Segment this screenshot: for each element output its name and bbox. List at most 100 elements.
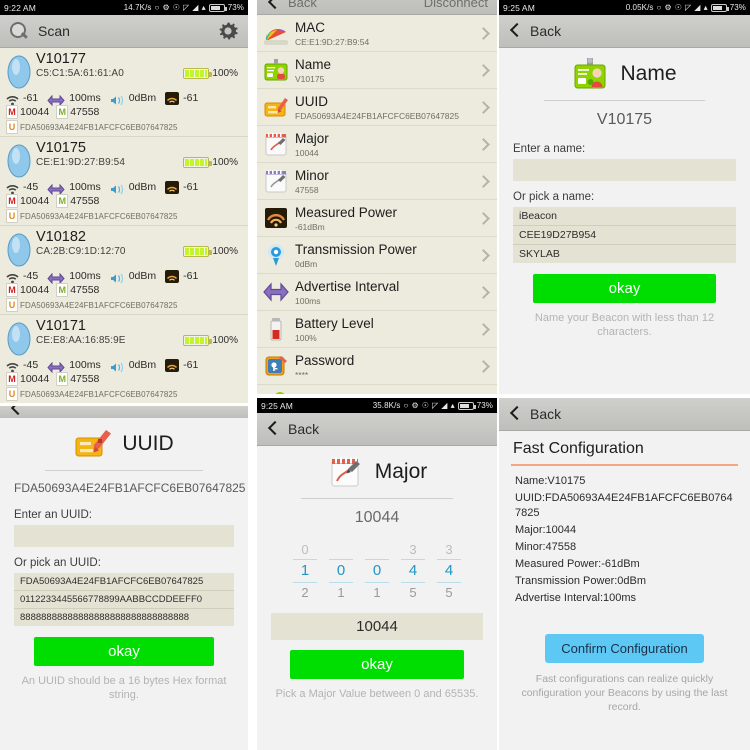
name-pick-list[interactable]: iBeacon CEE19D27B954 SKYLAB <box>513 207 736 263</box>
search-icon[interactable] <box>9 21 29 41</box>
digit-column[interactable]: 0 1 <box>364 541 390 601</box>
fastcfg-action-bar: Back <box>499 398 750 431</box>
okay-button[interactable]: okay <box>290 650 464 679</box>
chevron-right-icon[interactable] <box>477 247 489 263</box>
page-title: Fast Configuration <box>513 440 644 457</box>
battery-icon <box>208 3 227 12</box>
major-number-picker[interactable]: 0 1 2 0 1 0 1 3 4 5 3 4 5 <box>271 541 483 601</box>
chevron-left-icon[interactable] <box>508 22 521 40</box>
double-arrow-icon <box>47 182 65 195</box>
chevron-right-icon[interactable] <box>477 99 489 115</box>
chevron-right-icon[interactable] <box>477 136 489 152</box>
beacon-list[interactable]: V10177 C5:C1:5A:61:61:A0 100% -61 100ms … <box>0 48 248 403</box>
id-card-icon <box>263 57 289 83</box>
digit-below[interactable]: 5 <box>436 584 462 601</box>
back-button-label[interactable]: Back <box>288 0 317 10</box>
chevron-right-icon[interactable] <box>477 173 489 189</box>
disconnect-button[interactable]: Disconnect <box>424 0 488 10</box>
list-item[interactable]: SKYLAB <box>513 245 736 263</box>
digit-below[interactable]: 1 <box>364 584 390 601</box>
digit-above[interactable]: 3 <box>400 541 426 558</box>
beacon-mac: CA:2B:C9:1D:12:70 <box>36 246 126 257</box>
list-item[interactable]: 88888888888888888888888888888888 <box>14 609 234 626</box>
chevron-left-icon[interactable] <box>266 420 279 438</box>
detail-row-advertise-interval[interactable]: Advertise Interval 100ms <box>257 274 497 311</box>
okay-button[interactable]: okay <box>533 274 716 303</box>
detail-row-battery-level[interactable]: Battery Level 100% <box>257 311 497 348</box>
beacon-detail-list[interactable]: MAC CE:E1:9D:27:B9:54 Name V10175 UUID F… <box>257 15 497 394</box>
name-input[interactable] <box>513 159 736 181</box>
battery-percent: 73% <box>227 2 244 12</box>
uuid-pick-list[interactable]: FDA50693A4E24FB1AFCFC6EB07647825 0112233… <box>14 573 234 626</box>
okay-button[interactable]: okay <box>33 637 215 666</box>
chevron-left-icon[interactable] <box>508 405 521 423</box>
list-item[interactable]: 0112233445566778899AABBCCDDEEFF0 <box>14 591 234 609</box>
detail-row-label: UUID <box>295 94 328 109</box>
chevron-left-icon[interactable] <box>266 0 279 12</box>
page-title: Scan <box>38 23 70 39</box>
chevron-right-icon[interactable] <box>477 210 489 226</box>
summary-line: Minor:47558 <box>515 540 577 553</box>
list-item[interactable]: FDA50693A4E24FB1AFCFC6EB07647825 <box>14 573 234 591</box>
digit-below[interactable]: 5 <box>400 584 426 601</box>
chevron-right-icon[interactable] <box>477 284 489 300</box>
detail-row-mac[interactable]: MAC CE:E1:9D:27:B9:54 <box>257 15 497 52</box>
uuid-card-icon <box>263 94 289 120</box>
chevron-right-icon[interactable] <box>477 358 489 374</box>
detail-row-transmission-power[interactable]: Transmission Power 0dBm <box>257 237 497 274</box>
digit-below[interactable]: 1 <box>328 584 354 601</box>
chevron-right-icon[interactable] <box>477 62 489 78</box>
double-arrow-icon <box>47 93 65 106</box>
detail-row-major[interactable]: Major 10044 <box>257 126 497 163</box>
fast-config-body: Fast Configuration Name:V10175 UUID:FDA5… <box>499 431 750 714</box>
id-card-icon <box>572 58 610 90</box>
detail-row-measured-power[interactable]: Measured Power -61dBm <box>257 200 497 237</box>
detail-row-password[interactable]: Password **** <box>257 348 497 385</box>
digit-below[interactable]: 2 <box>292 584 318 601</box>
confirm-configuration-button[interactable]: Confirm Configuration <box>545 633 704 663</box>
digit-selected[interactable]: 1 <box>292 561 318 581</box>
detail-row-value: 100ms <box>295 296 321 306</box>
summary-line: UUID:FDA50693A4E24FB1AFCFC6EB07647825 <box>515 491 733 519</box>
beacon-mac: CE:E8:AA:16:85:9E <box>36 335 126 346</box>
beacon-name: V10171 <box>36 318 86 334</box>
beacon-list-item[interactable]: V10171 CE:E8:AA:16:85:9E 100% -45 100ms … <box>0 315 248 403</box>
chevron-right-icon[interactable] <box>477 25 489 41</box>
name-editor-body: Name V10175 Enter a name: Or pick a name… <box>499 48 750 339</box>
gear-icon[interactable] <box>217 20 239 42</box>
chevron-left-icon[interactable] <box>9 406 22 418</box>
digit-above[interactable]: 0 <box>292 541 318 558</box>
digit-column[interactable]: 3 4 5 <box>436 541 462 601</box>
detail-row-name[interactable]: Name V10175 <box>257 52 497 89</box>
digit-column[interactable]: 3 4 5 <box>400 541 426 601</box>
alarm2-icon: ◸ <box>432 400 439 410</box>
digit-column[interactable]: 0 1 2 <box>292 541 318 601</box>
back-button-label[interactable]: Back <box>530 406 561 422</box>
major-icon: M <box>6 194 18 208</box>
beacon-interval: 100ms <box>69 181 101 193</box>
back-button-label[interactable]: Back <box>530 23 561 39</box>
beacon-list-item[interactable]: V10182 CA:2B:C9:1D:12:70 100% -45 100ms … <box>0 226 248 315</box>
detail-row-settings[interactable]: Settings <box>257 385 497 394</box>
summary-line: Transmission Power:0dBm <box>515 574 647 587</box>
back-button-label[interactable]: Back <box>288 421 319 437</box>
digit-selected[interactable]: 0 <box>364 561 390 581</box>
chevron-right-icon[interactable] <box>477 321 489 337</box>
detail-row-minor[interactable]: Minor 47558 <box>257 163 497 200</box>
digit-above[interactable] <box>328 541 354 558</box>
digit-selected[interactable]: 4 <box>436 561 462 581</box>
bluetooth-icon: ⚙ <box>162 2 170 12</box>
digit-selected[interactable]: 0 <box>328 561 354 581</box>
beacon-list-item[interactable]: V10175 CE:E1:9D:27:B9:54 100% -45 100ms … <box>0 137 248 226</box>
beacon-list-item[interactable]: V10177 C5:C1:5A:61:61:A0 100% -61 100ms … <box>0 48 248 137</box>
digit-above[interactable]: 3 <box>436 541 462 558</box>
uuid-input[interactable] <box>14 525 234 547</box>
detail-row-uuid[interactable]: UUID FDA50693A4E24FB1AFCFC6EB07647825 <box>257 89 497 126</box>
beacon-major: 10044 <box>20 284 50 296</box>
digit-selected[interactable]: 4 <box>400 561 426 581</box>
detail-row-value: CE:E1:9D:27:B9:54 <box>295 37 370 47</box>
list-item[interactable]: CEE19D27B954 <box>513 226 736 245</box>
list-item[interactable]: iBeacon <box>513 207 736 226</box>
digit-above[interactable] <box>364 541 390 558</box>
digit-column[interactable]: 0 1 <box>328 541 354 601</box>
